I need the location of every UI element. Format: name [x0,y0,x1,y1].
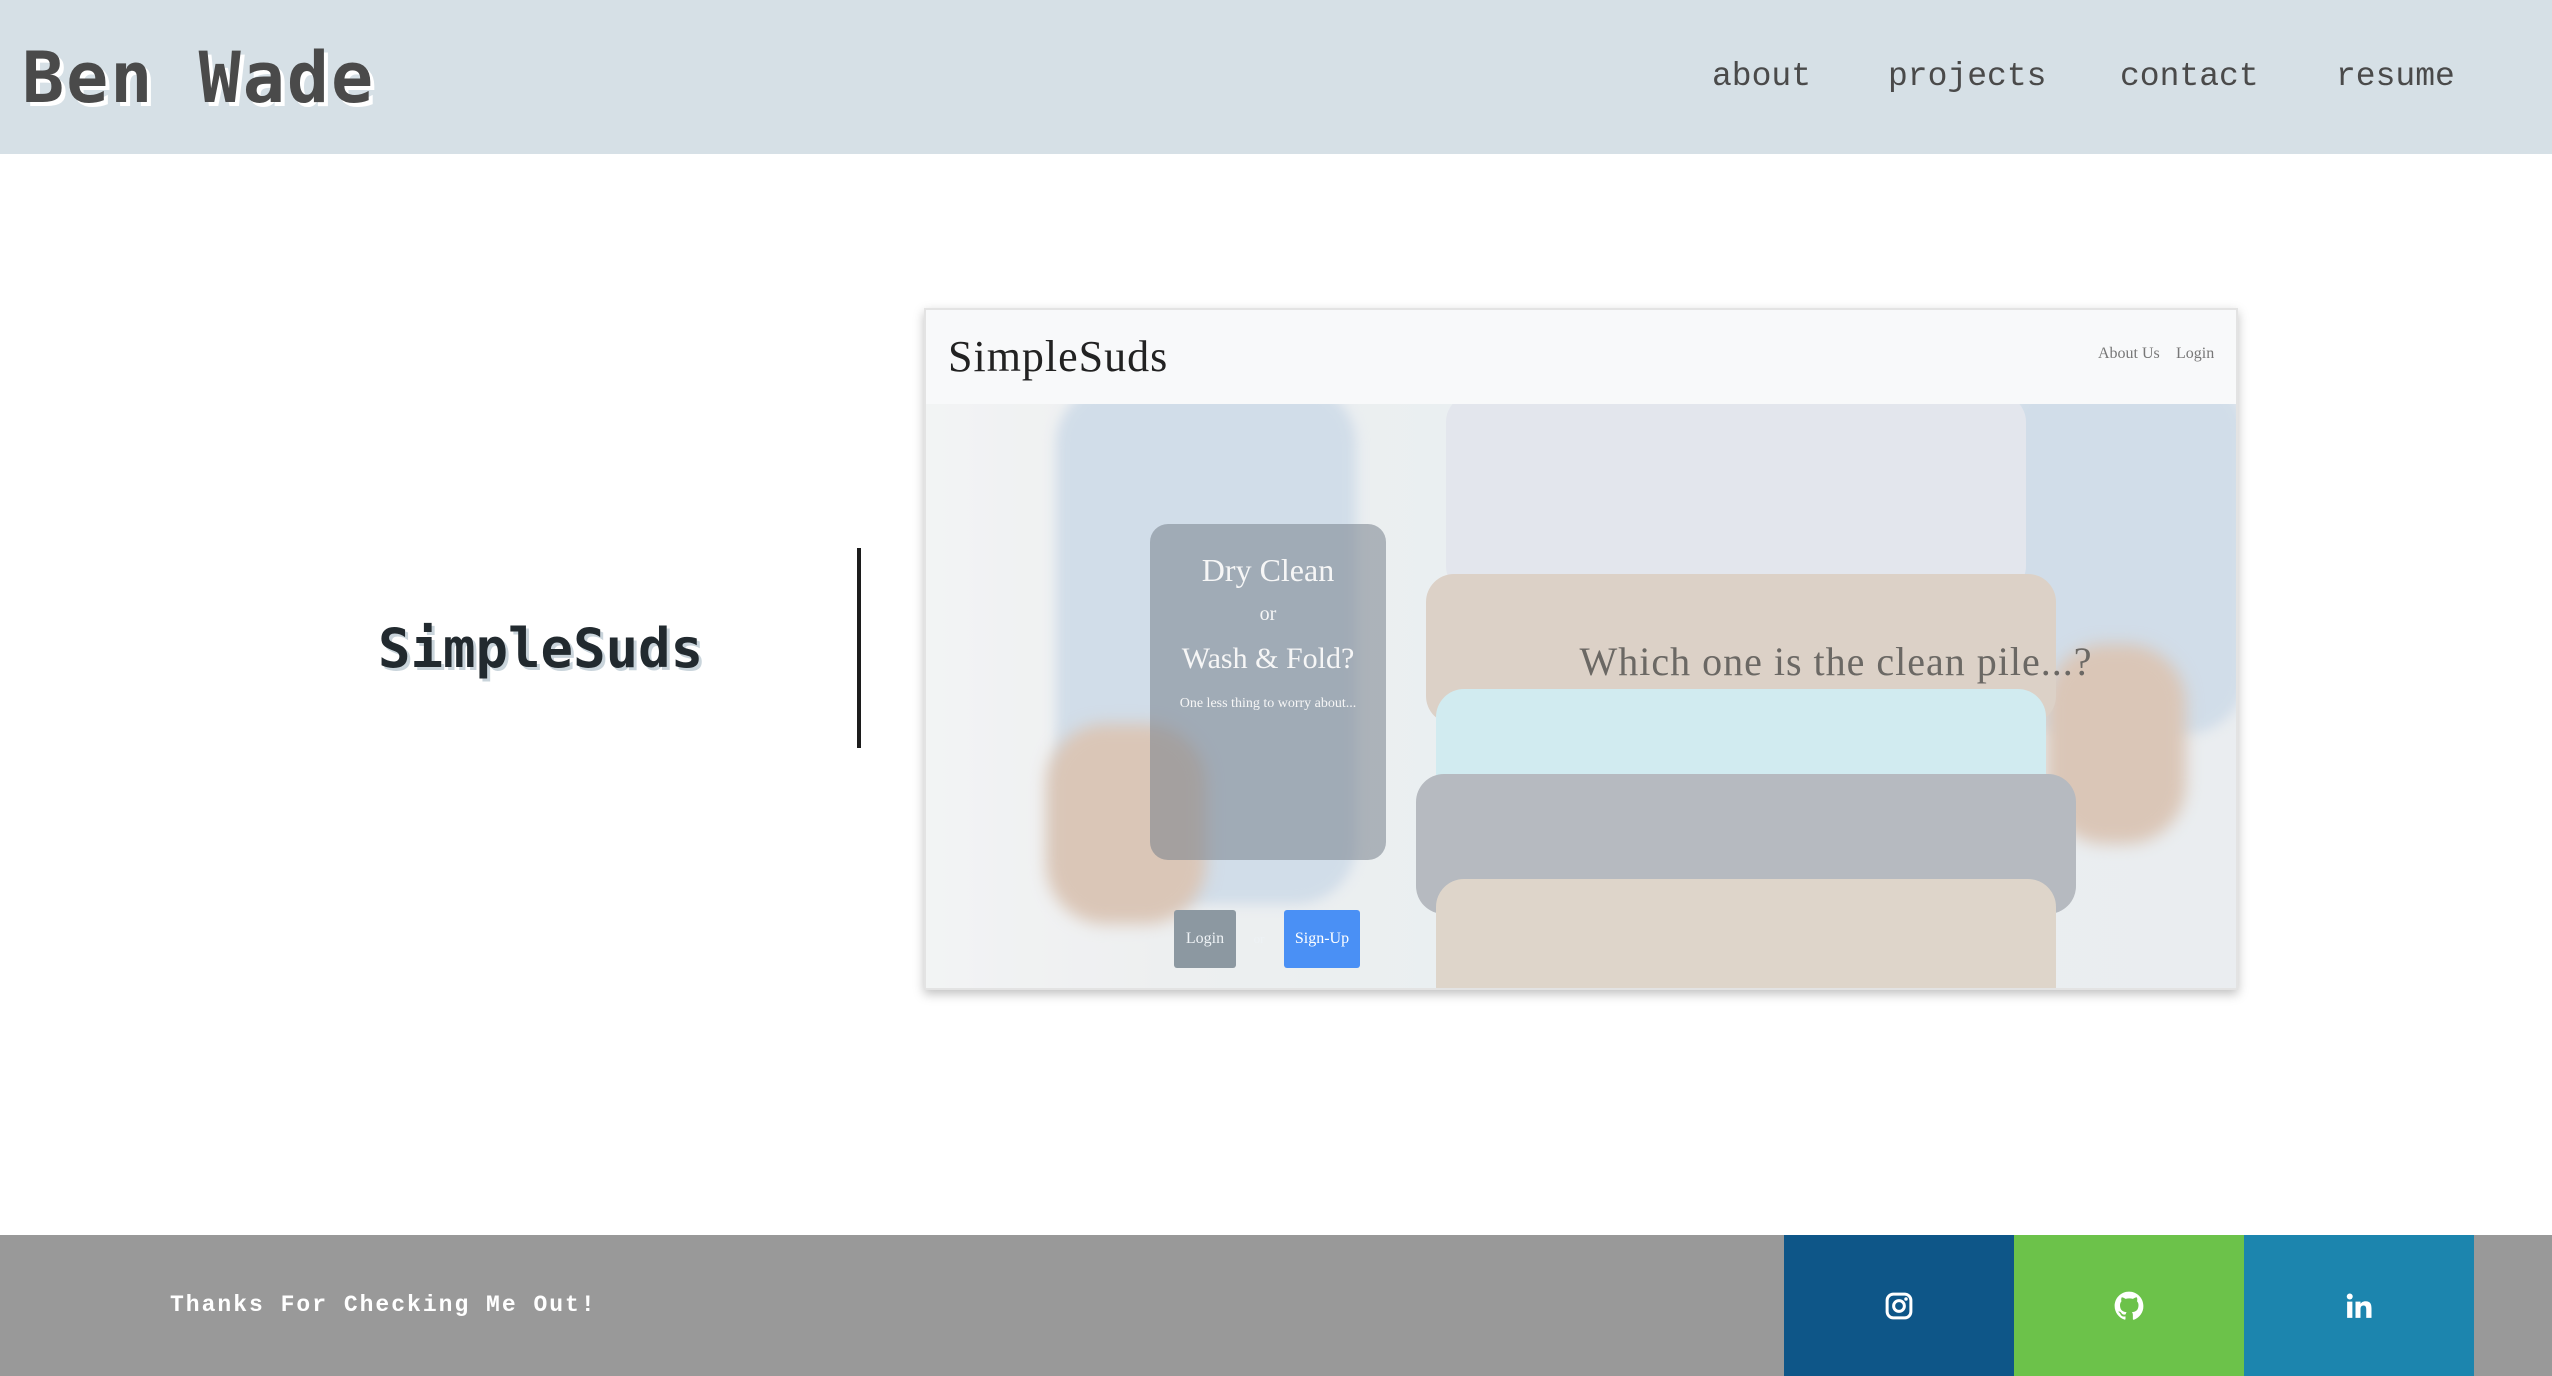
vertical-divider [857,548,861,748]
project-screenshot[interactable]: SimpleSuds About Us Login Which one is t… [924,308,2238,990]
github-link[interactable] [2014,1235,2244,1376]
linkedin-link[interactable] [2244,1235,2474,1376]
nav-projects-link[interactable]: projects [1888,50,2046,104]
instagram-icon [1885,1292,1913,1319]
screenshot-nav-login: Login [2176,345,2215,362]
linkedin-icon [2346,1293,2372,1318]
github-icon [2114,1291,2144,1320]
project-title: SimpleSuds [378,617,704,680]
main-nav: about projects contact resume [0,50,2552,104]
nav-contact-link[interactable]: contact [2120,50,2259,104]
site-header: Ben Wade about projects contact resume [0,0,2552,154]
card-signup-button: Sign-Up [1284,910,1360,968]
instagram-link[interactable] [1784,1235,2014,1376]
footer-message: Thanks For Checking Me Out! [170,1292,597,1318]
screenshot-navbar: SimpleSuds About Us Login [926,310,2236,404]
screenshot-hero-image: Which one is the clean pile...? Dry Clea… [926,404,2236,988]
card-line-or: or [1259,603,1277,625]
card-line-wash-fold: Wash & Fold? [1181,642,1355,675]
nav-about-link[interactable]: about [1712,50,1811,104]
site-footer: Thanks For Checking Me Out! [0,1235,2552,1376]
card-login-button: Login [1174,910,1236,968]
hero-caption: Which one is the clean pile...? [1579,639,2093,684]
screenshot-logo: SimpleSuds [948,332,1169,381]
card-tagline: One less thing to worry about... [1179,696,1357,711]
screenshot-nav-about: About Us [2098,345,2160,362]
card-or-label: or [1253,931,1265,946]
signup-card: Dry Clean or Wash & Fold? One less thing… [1150,524,1386,968]
nav-resume-link[interactable]: resume [2336,50,2455,104]
card-line-dry-clean: Dry Clean [1201,552,1335,588]
